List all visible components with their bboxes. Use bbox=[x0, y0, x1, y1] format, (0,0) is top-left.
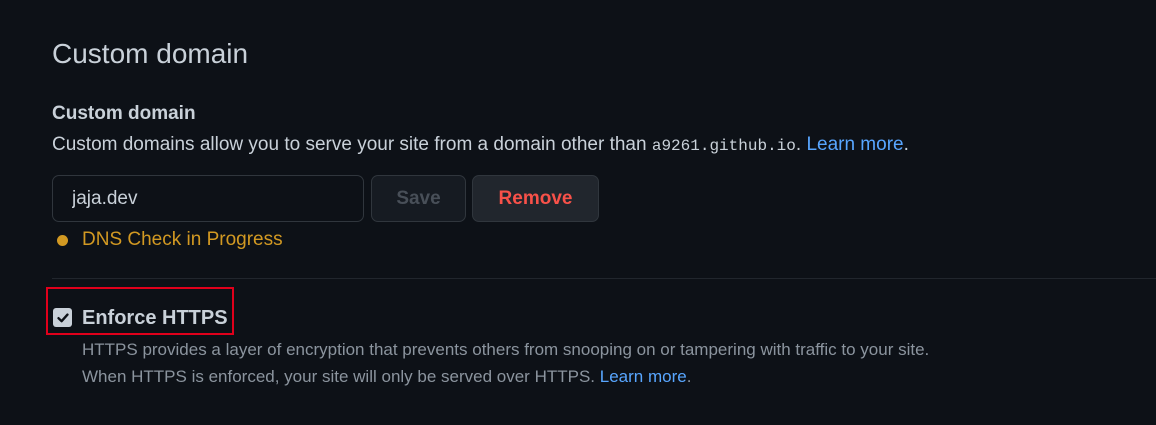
pages-settings-panel: Custom domain Custom domain Custom domai… bbox=[0, 0, 1156, 425]
default-domain-code: a9261.github.io bbox=[651, 137, 796, 155]
https-description-line-2: When HTTPS is enforced, your site will o… bbox=[82, 363, 929, 390]
enforce-https-checkbox[interactable] bbox=[53, 308, 72, 327]
description-separator: . bbox=[795, 134, 807, 155]
custom-domain-input[interactable] bbox=[52, 175, 364, 222]
remove-button[interactable]: Remove bbox=[472, 175, 599, 222]
enforce-https-label: Enforce HTTPS bbox=[82, 307, 228, 329]
https-learn-more-link[interactable]: Learn more bbox=[600, 367, 687, 386]
checkmark-icon bbox=[56, 312, 69, 322]
https-description-line-1: HTTPS provides a layer of encryption tha… bbox=[82, 340, 930, 359]
custom-domain-label: Custom domain bbox=[52, 103, 196, 124]
dns-status-text: DNS Check in Progress bbox=[82, 229, 283, 250]
https-description-period: . bbox=[686, 367, 692, 386]
custom-domain-description: Custom domains allow you to serve your s… bbox=[52, 132, 909, 159]
learn-more-link[interactable]: Learn more bbox=[806, 134, 903, 155]
description-text: Custom domains allow you to serve your s… bbox=[52, 134, 652, 155]
section-title: Custom domain bbox=[52, 38, 249, 69]
dns-check-status: DNS Check in Progress bbox=[57, 227, 283, 253]
status-dot-icon bbox=[57, 234, 68, 246]
save-button[interactable]: Save bbox=[371, 175, 466, 222]
description-period: . bbox=[903, 134, 909, 155]
divider bbox=[52, 278, 1156, 279]
https-description-text: When HTTPS is enforced, your site will o… bbox=[82, 367, 600, 386]
enforce-https-description: HTTPS provides a layer of encryption tha… bbox=[82, 336, 929, 390]
